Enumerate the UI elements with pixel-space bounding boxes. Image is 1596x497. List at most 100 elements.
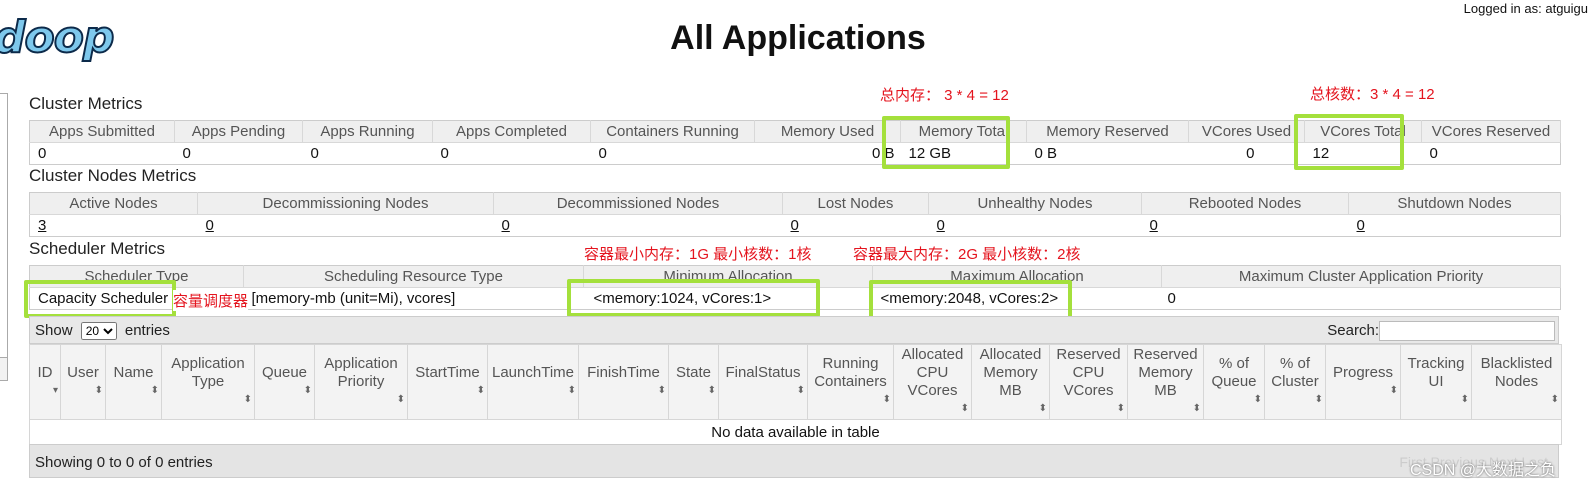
column-label: User — [67, 364, 99, 381]
th-state[interactable]: State ⬍ — [668, 344, 719, 420]
sort-both-icon: ⬍ — [657, 385, 666, 396]
apps-pending-value: 0 — [174, 142, 303, 165]
column-label: Allocated Memory MB — [979, 346, 1042, 399]
sort-both-icon: ⬍ — [303, 385, 312, 396]
left-nav-panel — [0, 93, 8, 381]
column-label: Tracking UI — [1407, 355, 1465, 390]
sort-both-icon: ⬍ — [94, 385, 103, 396]
highlight-min-allocation — [567, 279, 820, 317]
th-of-cluster[interactable]: % of Cluster ⬍ — [1264, 344, 1326, 420]
page-size-select[interactable]: 20 — [80, 322, 117, 340]
th-apps-pending: Apps Pending — [174, 120, 303, 143]
th-application-type[interactable]: Application Type ⬍ — [161, 344, 255, 420]
th-tracking-ui[interactable]: Tracking UI ⬍ — [1400, 344, 1472, 420]
column-label: Blacklisted Nodes — [1480, 355, 1553, 390]
column-label: State — [675, 364, 712, 381]
th-launchtime[interactable]: LaunchTime ⬍ — [487, 344, 579, 420]
sort-both-icon: ⬍ — [1389, 385, 1398, 396]
sort-both-icon: ⬍ — [882, 394, 891, 405]
search-label: Search: — [1327, 321, 1379, 339]
apps-completed-value: 0 — [432, 142, 591, 165]
th-user[interactable]: User ⬍ — [60, 344, 106, 420]
th-queue[interactable]: Queue ⬍ — [254, 344, 315, 420]
sort-both-icon: ⬍ — [796, 385, 805, 396]
th-allocated-memory-mb[interactable]: Allocated Memory MB ⬍ — [971, 344, 1050, 420]
sort-both-icon: ⬍ — [1253, 394, 1262, 405]
entries-label: entries — [124, 322, 170, 339]
sort-both-icon: ⬍ — [567, 385, 576, 396]
highlight-scheduler-type — [24, 280, 176, 318]
th-finalstatus[interactable]: FinalStatus ⬍ — [718, 344, 808, 420]
column-label: ID — [37, 364, 53, 381]
th-starttime[interactable]: StartTime ⬍ — [407, 344, 488, 420]
th-rebooted-nodes: Rebooted Nodes — [1141, 192, 1349, 215]
show-label: Show — [35, 322, 73, 339]
watermark: CSDN @大数据之负 — [1409, 462, 1556, 479]
column-label: Reserved Memory MB — [1133, 346, 1198, 399]
th-allocated-cpu-vcores[interactable]: Allocated CPU VCores ⬍ — [893, 344, 972, 420]
th-running-containers[interactable]: Running Containers ⬍ — [807, 344, 894, 420]
th-max-cluster-app-priority: Maximum Cluster Application Priority — [1161, 265, 1561, 288]
th-lost-nodes: Lost Nodes — [782, 192, 929, 215]
column-label: % of Cluster — [1271, 355, 1319, 390]
th-apps-running: Apps Running — [302, 120, 433, 143]
annotation-max-allocation: 容器最大内存：2G 最小核数：2核 — [853, 246, 1081, 263]
th-shutdown-nodes: Shutdown Nodes — [1348, 192, 1561, 215]
column-label: Name — [113, 364, 154, 381]
left-nav-item[interactable] — [0, 357, 8, 381]
th-memory-used: Memory Used — [754, 120, 901, 143]
column-label: Allocated CPU VCores — [901, 346, 964, 399]
th-blacklisted-nodes[interactable]: Blacklisted Nodes ⬍ — [1471, 344, 1562, 420]
shutdown-nodes-link[interactable]: 0 — [1357, 217, 1365, 234]
active-nodes-link[interactable]: 3 — [38, 217, 46, 234]
th-decommissioning-nodes: Decommissioning Nodes — [197, 192, 494, 215]
th-progress[interactable]: Progress ⬍ — [1325, 344, 1401, 420]
apps-submitted-value: 0 — [29, 142, 175, 165]
column-label: % of Queue — [1211, 355, 1257, 390]
th-active-nodes: Active Nodes — [29, 192, 198, 215]
page-title: All Applications — [670, 19, 926, 57]
apps-running-value: 0 — [302, 142, 433, 165]
sort-both-icon: ⬍ — [1192, 403, 1201, 414]
empty-table-message: No data available in table — [29, 419, 1562, 445]
sort-both-icon: ⬍ — [1116, 403, 1125, 414]
th-of-queue[interactable]: % of Queue ⬍ — [1203, 344, 1265, 420]
th-memory-reserved: Memory Reserved — [1026, 120, 1189, 143]
sort-desc-icon: ▾ — [52, 385, 58, 396]
sort-both-icon: ⬍ — [1314, 394, 1323, 405]
sort-both-icon: ⬍ — [476, 385, 485, 396]
sort-both-icon: ⬍ — [150, 385, 159, 396]
th-decommissioned-nodes: Decommissioned Nodes — [493, 192, 783, 215]
lost-nodes-link[interactable]: 0 — [791, 217, 799, 234]
th-id[interactable]: ID ▾ — [29, 344, 61, 420]
page-size-control: Show 20 entries — [35, 322, 170, 340]
rebooted-nodes-link[interactable]: 0 — [1150, 217, 1158, 234]
nodes-metrics-title: Cluster Nodes Metrics — [29, 166, 197, 185]
max-priority-value: 0 — [1161, 287, 1561, 310]
th-vcores-used: VCores Used — [1188, 120, 1305, 143]
search-input[interactable] — [1379, 321, 1555, 341]
th-finishtime[interactable]: FinishTime ⬍ — [578, 344, 669, 420]
th-unhealthy-nodes: Unhealthy Nodes — [928, 192, 1142, 215]
unhealthy-nodes-link[interactable]: 0 — [937, 217, 945, 234]
column-label: Progress — [1332, 364, 1394, 381]
th-apps-submitted: Apps Submitted — [29, 120, 175, 143]
th-reserved-cpu-vcores[interactable]: Reserved CPU VCores ⬍ — [1049, 344, 1128, 420]
decommissioned-nodes-link[interactable]: 0 — [502, 217, 510, 234]
annotation-vcores-total: 总核数：3 * 4 = 12 — [1310, 86, 1435, 103]
annotation-min-allocation: 容器最小内存：1G 最小核数：1核 — [584, 246, 812, 263]
sort-both-icon: ⬍ — [960, 403, 969, 414]
vcores-used-value: 0 — [1188, 142, 1305, 165]
sort-both-icon: ⬍ — [707, 385, 716, 396]
th-application-priority[interactable]: Application Priority ⬍ — [314, 344, 408, 420]
sort-both-icon: ⬍ — [1038, 403, 1047, 414]
decommissioning-nodes-link[interactable]: 0 — [206, 217, 214, 234]
sort-both-icon: ⬍ — [1460, 394, 1469, 405]
th-vcores-reserved: VCores Reserved — [1421, 120, 1561, 143]
th-name[interactable]: Name ⬍ — [105, 344, 162, 420]
apps-toolbar: Show 20 entries Search: — [29, 316, 1559, 344]
vcores-reserved-value: 0 — [1421, 142, 1561, 165]
logged-in-label: Logged in as: atguigu — [1463, 1, 1588, 16]
sort-both-icon: ⬍ — [243, 394, 252, 405]
th-reserved-memory-mb[interactable]: Reserved Memory MB ⬍ — [1127, 344, 1204, 420]
